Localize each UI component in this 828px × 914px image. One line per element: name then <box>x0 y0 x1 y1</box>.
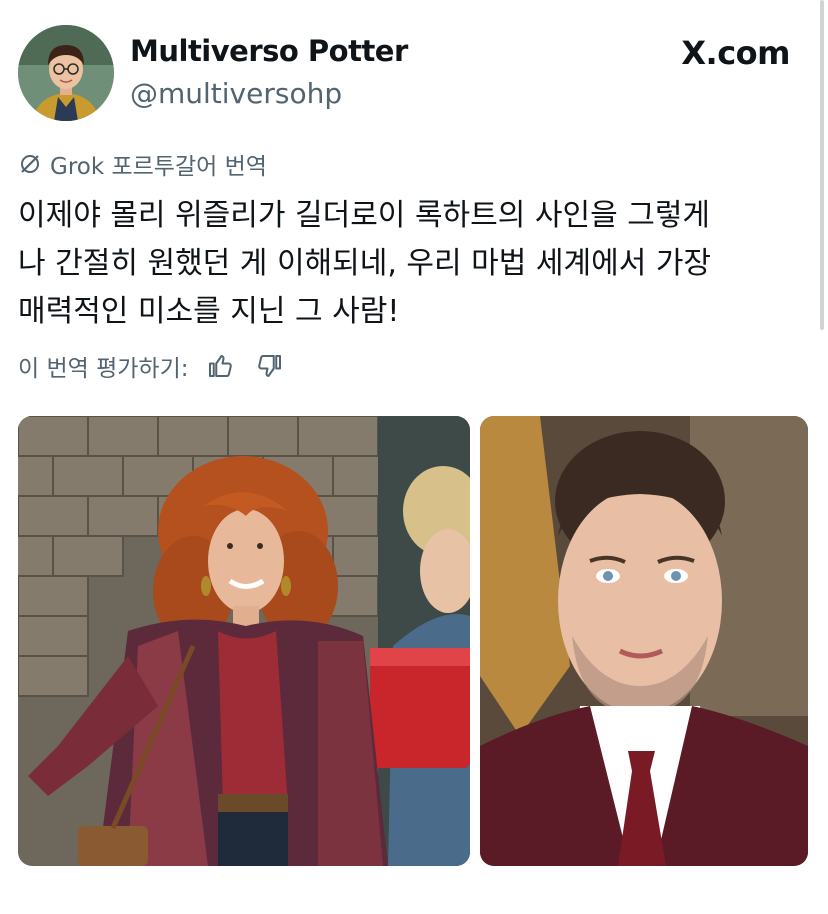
author-handle[interactable]: @multiversohp <box>130 77 342 110</box>
author-name[interactable]: Multiverso Potter <box>130 34 408 68</box>
thumbs-down-icon[interactable] <box>255 351 285 381</box>
rate-translation-label: 이 번역 평가하기: <box>18 356 189 382</box>
scrollbar[interactable] <box>820 0 824 330</box>
translation-label: Grok 포르투갈어 번역 <box>18 147 267 181</box>
thumbs-up-icon[interactable] <box>205 351 235 381</box>
translation-text: Grok 포르투갈어 번역 <box>50 154 267 180</box>
grok-icon <box>18 152 42 176</box>
post-text: 이제야 몰리 위즐리가 길더로이 록하트의 사인을 그렇게 나 간절히 원했던 … <box>18 198 712 329</box>
x-logo: X.com <box>681 34 790 72</box>
rate-translation: 이 번역 평가하기: <box>18 348 285 384</box>
author-avatar[interactable] <box>18 25 114 121</box>
post-photo-right[interactable] <box>480 416 808 866</box>
post-photo-left[interactable] <box>18 416 470 866</box>
